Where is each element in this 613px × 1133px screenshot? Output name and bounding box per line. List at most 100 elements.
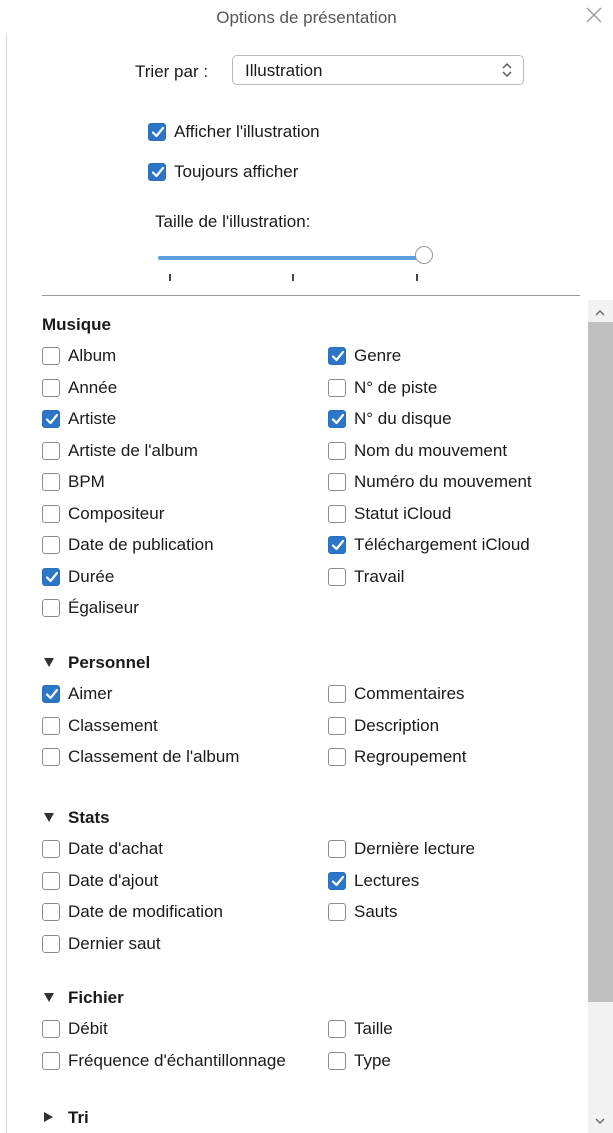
checkbox-label[interactable]: Description	[354, 716, 439, 736]
checkbox[interactable]	[42, 1020, 60, 1038]
checkbox-label[interactable]: Dernière lecture	[354, 839, 475, 859]
checkbox-label[interactable]: Date d'ajout	[68, 871, 158, 891]
sort-select[interactable]: Illustration	[232, 55, 524, 85]
checkbox[interactable]	[328, 410, 346, 428]
slider-tick	[292, 274, 294, 281]
checkbox-label[interactable]: Lectures	[354, 871, 419, 891]
checkbox-label[interactable]: Téléchargement iCloud	[354, 535, 530, 555]
checkbox[interactable]	[42, 536, 60, 554]
disclosure-open-icon[interactable]	[44, 658, 54, 667]
checkbox[interactable]	[42, 871, 60, 890]
disclosure-closed-icon[interactable]	[44, 1112, 53, 1122]
checkbox[interactable]	[42, 410, 60, 428]
checkbox-label[interactable]: Date de publication	[68, 535, 214, 555]
checkbox-label[interactable]: BPM	[68, 472, 105, 492]
checkbox[interactable]	[42, 685, 60, 703]
checkbox[interactable]	[42, 473, 60, 491]
slider-tick	[169, 274, 171, 281]
checkbox[interactable]	[328, 903, 346, 921]
checkbox-label[interactable]: N° de piste	[354, 378, 437, 398]
checkbox[interactable]	[42, 599, 60, 617]
checkbox[interactable]	[328, 473, 346, 491]
section-header[interactable]: Personnel	[68, 653, 150, 673]
checkbox[interactable]	[148, 163, 166, 181]
checkbox[interactable]	[42, 840, 60, 858]
checkbox[interactable]	[328, 504, 346, 523]
select-stepper-icon	[502, 63, 512, 77]
checkbox-label[interactable]: Aimer	[68, 684, 112, 704]
sort-label: Trier par :	[135, 62, 209, 81]
title-bar: Options de présentation	[0, 0, 613, 34]
window-title: Options de présentation	[216, 8, 397, 27]
checkbox[interactable]	[42, 347, 60, 365]
checkbox-label[interactable]: Sauts	[354, 902, 397, 922]
checkbox-label[interactable]: Album	[68, 346, 116, 366]
disclosure-open-icon[interactable]	[44, 813, 54, 822]
checkbox[interactable]	[328, 347, 346, 365]
divider	[42, 295, 580, 296]
disclosure-open-icon[interactable]	[44, 993, 54, 1002]
checkbox-label[interactable]: Toujours afficher	[174, 162, 298, 182]
checkbox-label[interactable]: Numéro du mouvement	[354, 472, 532, 492]
scrollbar-thumb[interactable]	[588, 322, 613, 1002]
checkbox[interactable]	[328, 536, 346, 554]
artwork-size-fill	[158, 256, 424, 260]
checkbox-label[interactable]: Genre	[354, 346, 401, 366]
checkbox-label[interactable]: Date de modification	[68, 902, 223, 922]
checkbox[interactable]	[328, 1020, 346, 1038]
checkbox-label[interactable]: Compositeur	[68, 504, 164, 524]
checkbox[interactable]	[42, 378, 60, 397]
checkbox[interactable]	[148, 123, 166, 141]
checkbox[interactable]	[328, 716, 346, 735]
sort-value: Illustration	[245, 61, 323, 80]
checkbox[interactable]	[42, 504, 60, 523]
checkbox[interactable]	[42, 748, 60, 766]
checkbox-label[interactable]: Durée	[68, 567, 114, 587]
checkbox[interactable]	[328, 1051, 346, 1070]
checkbox-label[interactable]: Regroupement	[354, 747, 466, 767]
checkbox[interactable]	[42, 716, 60, 735]
artwork-size-label: Taille de l'illustration:	[155, 212, 311, 231]
checkbox-label[interactable]: Année	[68, 378, 117, 398]
checkbox-label[interactable]: Fréquence d'échantillonnage	[68, 1051, 286, 1071]
section-header: Musique	[42, 315, 111, 334]
section-header[interactable]: Tri	[68, 1108, 89, 1128]
slider-tick	[416, 274, 418, 281]
checkbox-label[interactable]: Égaliseur	[68, 598, 139, 618]
checkbox[interactable]	[328, 748, 346, 766]
section-header[interactable]: Fichier	[68, 988, 124, 1008]
checkbox[interactable]	[328, 441, 346, 460]
checkbox-label[interactable]: Débit	[68, 1019, 108, 1039]
checkbox[interactable]	[42, 934, 60, 953]
checkbox-label[interactable]: Classement	[68, 716, 158, 736]
checkbox[interactable]	[328, 871, 346, 890]
checkbox-label[interactable]: Artiste de l'album	[68, 441, 198, 461]
checkbox-label[interactable]: Dernier saut	[68, 934, 161, 954]
checkbox-label[interactable]: N° du disque	[354, 409, 452, 429]
window-border	[6, 34, 7, 1133]
checkbox[interactable]	[328, 840, 346, 858]
scroll-up-icon[interactable]	[593, 306, 607, 320]
checkbox-label[interactable]: Date d'achat	[68, 839, 163, 859]
view-options-window: Options de présentation Trier par : Illu…	[0, 0, 613, 1133]
close-icon[interactable]	[581, 2, 607, 28]
checkbox[interactable]	[328, 567, 346, 586]
checkbox[interactable]	[42, 441, 60, 460]
checkbox-label[interactable]: Travail	[354, 567, 404, 587]
checkbox-label[interactable]: Statut iCloud	[354, 504, 451, 524]
checkbox[interactable]	[42, 567, 60, 586]
checkbox[interactable]	[42, 1051, 60, 1070]
checkbox-label[interactable]: Taille	[354, 1019, 393, 1039]
checkbox-label[interactable]: Nom du mouvement	[354, 441, 507, 461]
checkbox[interactable]	[328, 685, 346, 703]
checkbox-label[interactable]: Type	[354, 1051, 391, 1071]
scroll-down-icon[interactable]	[593, 1114, 607, 1128]
artwork-size-thumb[interactable]	[415, 246, 433, 264]
checkbox-label[interactable]: Artiste	[68, 409, 116, 429]
checkbox[interactable]	[42, 903, 60, 921]
checkbox-label[interactable]: Classement de l'album	[68, 747, 239, 767]
checkbox[interactable]	[328, 378, 346, 397]
checkbox-label[interactable]: Afficher l'illustration	[174, 122, 320, 142]
section-header[interactable]: Stats	[68, 808, 110, 828]
checkbox-label[interactable]: Commentaires	[354, 684, 465, 704]
